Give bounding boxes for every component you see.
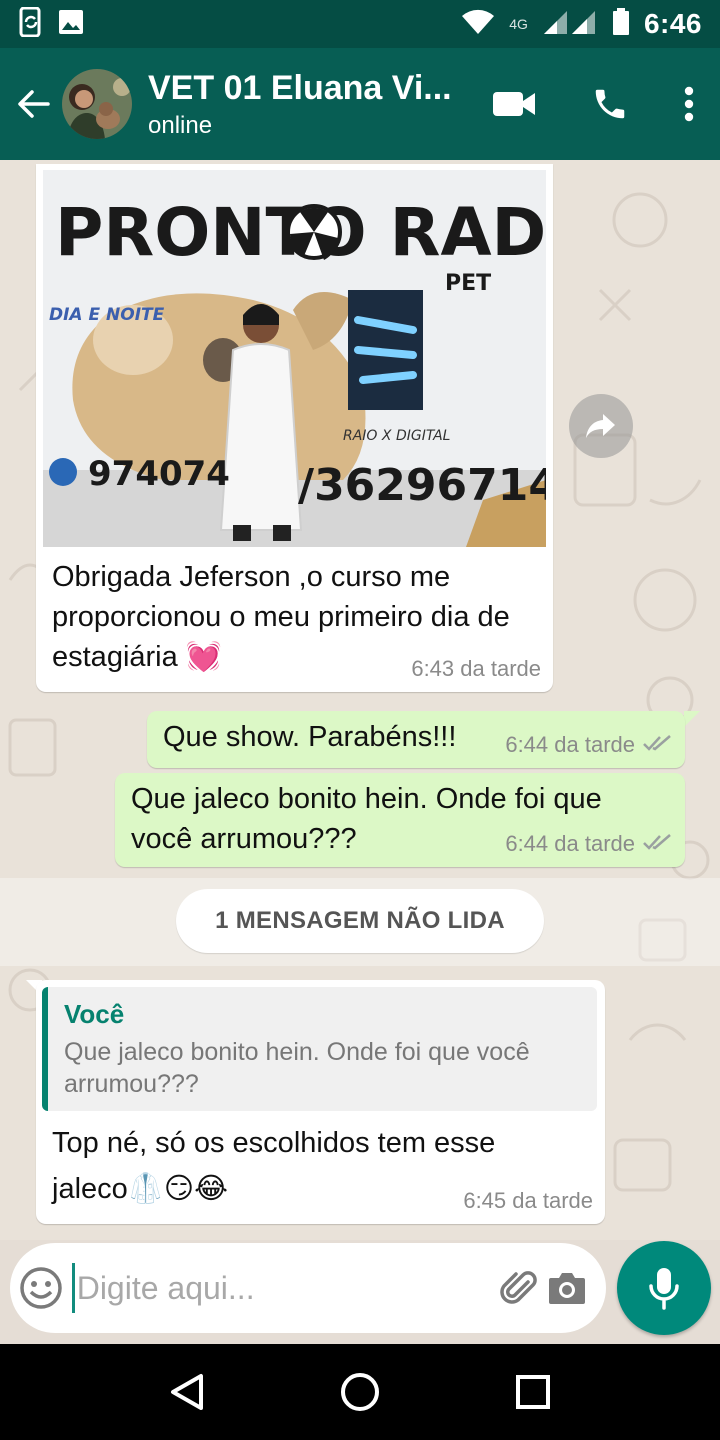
sign-badge: RAIO X DIGITAL	[343, 428, 450, 444]
sign-left: DIA E NOITE	[49, 305, 165, 325]
more-vert-icon[interactable]	[658, 48, 720, 160]
shared-photo[interactable]: PRONTO RAD PET DIA E NOITE RAIO X DIGITA…	[43, 170, 546, 547]
message-time: 6:45 da tarde	[463, 1188, 593, 1213]
chat-header: VET 01 Eluana Vi... online	[0, 48, 720, 160]
wifi-icon	[461, 9, 495, 40]
emoji-icon[interactable]	[10, 1243, 72, 1333]
quoted-author: Você	[64, 999, 125, 1029]
nav-recents-icon[interactable]	[493, 1352, 573, 1432]
contact-status: online	[148, 111, 213, 139]
system-nav-bar	[0, 1344, 720, 1440]
status-bar: 4G 6:46	[0, 0, 720, 48]
sign-phone-right: /36296714	[298, 460, 546, 511]
forward-button[interactable]	[569, 394, 633, 458]
bubble-tail	[684, 711, 700, 727]
nav-back-icon[interactable]	[147, 1352, 227, 1432]
outgoing-message[interactable]: Que jaleco bonito hein. Onde foi que voc…	[115, 773, 685, 867]
network-type: 4G	[509, 16, 528, 32]
sign-phone-left: 974074	[88, 454, 230, 494]
message-meta: 6:44 da tarde	[505, 831, 673, 857]
avatar[interactable]	[62, 69, 132, 139]
chat-area[interactable]: PRONTO RAD PET DIA E NOITE RAIO X DIGITA…	[0, 160, 720, 1240]
battery-icon	[612, 7, 630, 41]
image-message[interactable]: PRONTO RAD PET DIA E NOITE RAIO X DIGITA…	[36, 164, 553, 692]
message-time: 6:44 da tarde	[505, 732, 635, 757]
message-meta: 6:44 da tarde	[505, 732, 673, 758]
unread-banner: 1 MENSAGEM NÃO LIDA	[176, 889, 544, 953]
double-check-icon	[643, 831, 673, 857]
message-composer	[10, 1243, 606, 1333]
mic-button[interactable]	[617, 1241, 711, 1335]
message-time: 6:44 da tarde	[505, 831, 635, 856]
video-call-icon[interactable]	[466, 48, 562, 160]
message-meta: 6:45 da tarde	[463, 1188, 593, 1214]
forward-icon	[586, 414, 615, 438]
sync-phone-icon	[18, 6, 44, 42]
back-arrow-icon[interactable]	[4, 48, 62, 160]
message-time: 6:43 da tarde	[411, 656, 541, 681]
message-meta: 6:43 da tarde	[411, 656, 541, 682]
attach-icon[interactable]	[497, 1243, 544, 1333]
outgoing-message[interactable]: Que show. Parabéns!!! 6:44 da tarde	[147, 711, 685, 768]
double-check-icon	[643, 732, 673, 758]
mic-icon	[649, 1268, 679, 1310]
sign-sub: PET	[445, 271, 491, 296]
gallery-icon	[58, 9, 84, 40]
message-input[interactable]	[71, 1263, 497, 1313]
phone-icon[interactable]	[562, 48, 658, 160]
clock: 6:46	[643, 8, 702, 39]
nav-home-icon[interactable]	[320, 1352, 400, 1432]
message-text: Que show. Parabéns!!!	[163, 721, 457, 753]
camera-icon[interactable]	[543, 1243, 590, 1333]
contact-name: VET 01 Eluana Vi...	[148, 68, 452, 107]
contact-info[interactable]: VET 01 Eluana Vi... online	[148, 69, 453, 140]
signal-icon	[542, 9, 598, 40]
quoted-text: Que jaleco bonito hein. Onde foi que voc…	[64, 1038, 530, 1098]
quoted-message[interactable]: Você Que jaleco bonito hein. Onde foi qu…	[42, 987, 597, 1111]
incoming-message[interactable]: Você Que jaleco bonito hein. Onde foi qu…	[36, 980, 605, 1224]
